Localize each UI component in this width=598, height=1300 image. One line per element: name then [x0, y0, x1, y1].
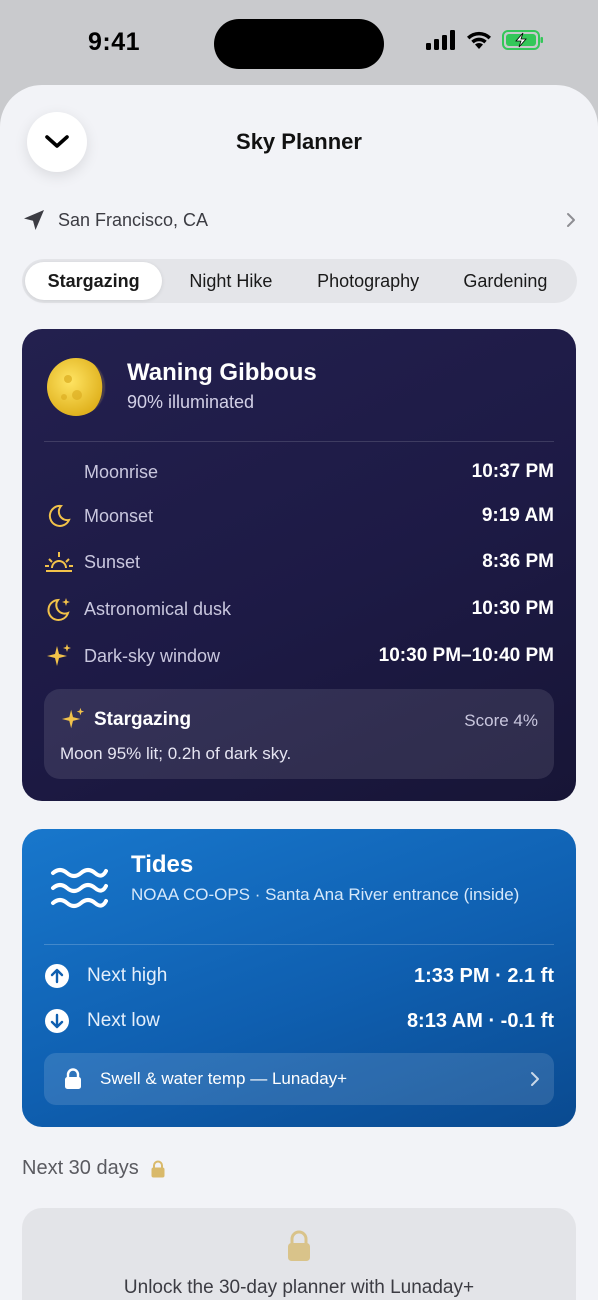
next-30-days-heading: Next 30 days — [22, 1157, 165, 1180]
event-row-astronomical-dusk: Astronomical dusk 10:30 PM — [44, 592, 554, 626]
lock-icon — [65, 1068, 81, 1089]
moon-phase-icon — [47, 358, 106, 416]
event-row-sunset: Sunset 8:36 PM — [44, 545, 554, 579]
tides-title: Tides — [131, 851, 194, 878]
moon-card: Waning Gibbous 90% illuminated Moonrise … — [22, 329, 576, 801]
chevron-right-icon — [567, 213, 575, 227]
tide-row-next-high: Next high 1:33 PM · 2.1 ft — [44, 959, 554, 993]
activity-score-panel[interactable]: Stargazing Score 4% Moon 95% lit; 0.2h o… — [44, 689, 554, 779]
unlock-text: Unlock the 30-day planner with Lunaday+ — [123, 1277, 475, 1298]
crescent-moon-icon — [44, 501, 74, 531]
activity-segmented-control: Stargazing Night Hike Photography Garden… — [22, 259, 577, 303]
status-time: 9:41 — [88, 28, 141, 56]
divider — [44, 944, 554, 945]
event-row-moonset: Moonset 9:19 AM — [44, 499, 554, 533]
tide-value: 1:33 PM · 2.1 ft — [413, 964, 554, 987]
event-value: 9:19 AM — [481, 505, 554, 526]
location-selector[interactable]: San Francisco, CA — [22, 205, 576, 235]
signal-icon — [426, 30, 455, 50]
event-value: 10:30 PM — [471, 598, 554, 619]
event-row-moonrise: Moonrise 10:37 PM — [44, 455, 554, 489]
activity-score: Score 4% — [464, 711, 538, 730]
location-label: San Francisco, CA — [58, 209, 209, 230]
page-title: Sky Planner — [236, 129, 362, 154]
status-bar: 9:41 — [0, 0, 598, 88]
upsell-label: Swell & water temp — Lunaday+ — [100, 1069, 348, 1088]
activity-description: Moon 95% lit; 0.2h of dark sky. — [60, 744, 292, 763]
tide-label: Next low — [87, 1010, 160, 1031]
location-arrow-icon — [24, 210, 44, 230]
lock-icon — [288, 1230, 310, 1261]
divider — [44, 441, 554, 442]
waves-icon — [51, 868, 108, 908]
sparkles-icon — [61, 707, 85, 729]
next-30-days-title: Next 30 days — [22, 1157, 139, 1179]
moon-stars-icon — [44, 594, 74, 624]
dynamic-island — [214, 19, 384, 69]
event-value: 8:36 PM — [482, 551, 554, 572]
arrow-down-circle-icon — [44, 1008, 74, 1034]
sky-planner-sheet: Sky Planner San Francisco, CA Stargazing… — [0, 85, 598, 1300]
arrow-up-circle-icon — [44, 963, 74, 989]
event-label: Dark-sky window — [84, 645, 221, 666]
event-row-dark-sky-window: Dark-sky window 10:30 PM–10:40 PM — [44, 639, 554, 673]
activity-title: Stargazing — [94, 709, 192, 730]
status-icons — [426, 30, 544, 50]
battery-charging-icon — [502, 30, 543, 50]
event-label: Moonset — [84, 505, 154, 526]
segment-night-hike[interactable]: Night Hike — [162, 262, 299, 300]
planner-locked-card[interactable]: Unlock the 30-day planner with Lunaday+ — [22, 1208, 576, 1300]
segment-stargazing[interactable]: Stargazing — [25, 262, 163, 300]
tide-row-next-low: Next low 8:13 AM · -0.1 ft — [44, 1004, 554, 1038]
chevron-right-icon — [531, 1072, 539, 1086]
segment-photography[interactable]: Photography — [300, 262, 437, 300]
lock-icon — [151, 1160, 165, 1177]
tide-label: Next high — [87, 965, 168, 986]
moon-phase-name: Waning Gibbous — [127, 359, 317, 386]
event-label: Moonrise — [84, 461, 159, 482]
event-label: Sunset — [84, 551, 141, 572]
event-label: Astronomical dusk — [84, 598, 232, 619]
segment-gardening[interactable]: Gardening — [437, 262, 574, 300]
sunset-icon — [44, 547, 74, 577]
wifi-icon — [467, 31, 491, 49]
tides-source: NOAA CO-OPS · Santa Ana River entrance (… — [131, 885, 520, 904]
sparkles-icon — [44, 641, 74, 671]
swell-upsell-button[interactable]: Swell & water temp — Lunaday+ — [44, 1053, 554, 1105]
event-value: 10:37 PM — [471, 461, 554, 482]
moon-illumination: 90% illuminated — [127, 392, 255, 412]
moonrise-icon-placeholder — [44, 457, 74, 487]
event-value: 10:30 PM–10:40 PM — [378, 645, 554, 666]
tide-value: 8:13 AM · -0.1 ft — [406, 1009, 554, 1032]
tides-card: Tides NOAA CO-OPS · Santa Ana River entr… — [22, 829, 576, 1127]
